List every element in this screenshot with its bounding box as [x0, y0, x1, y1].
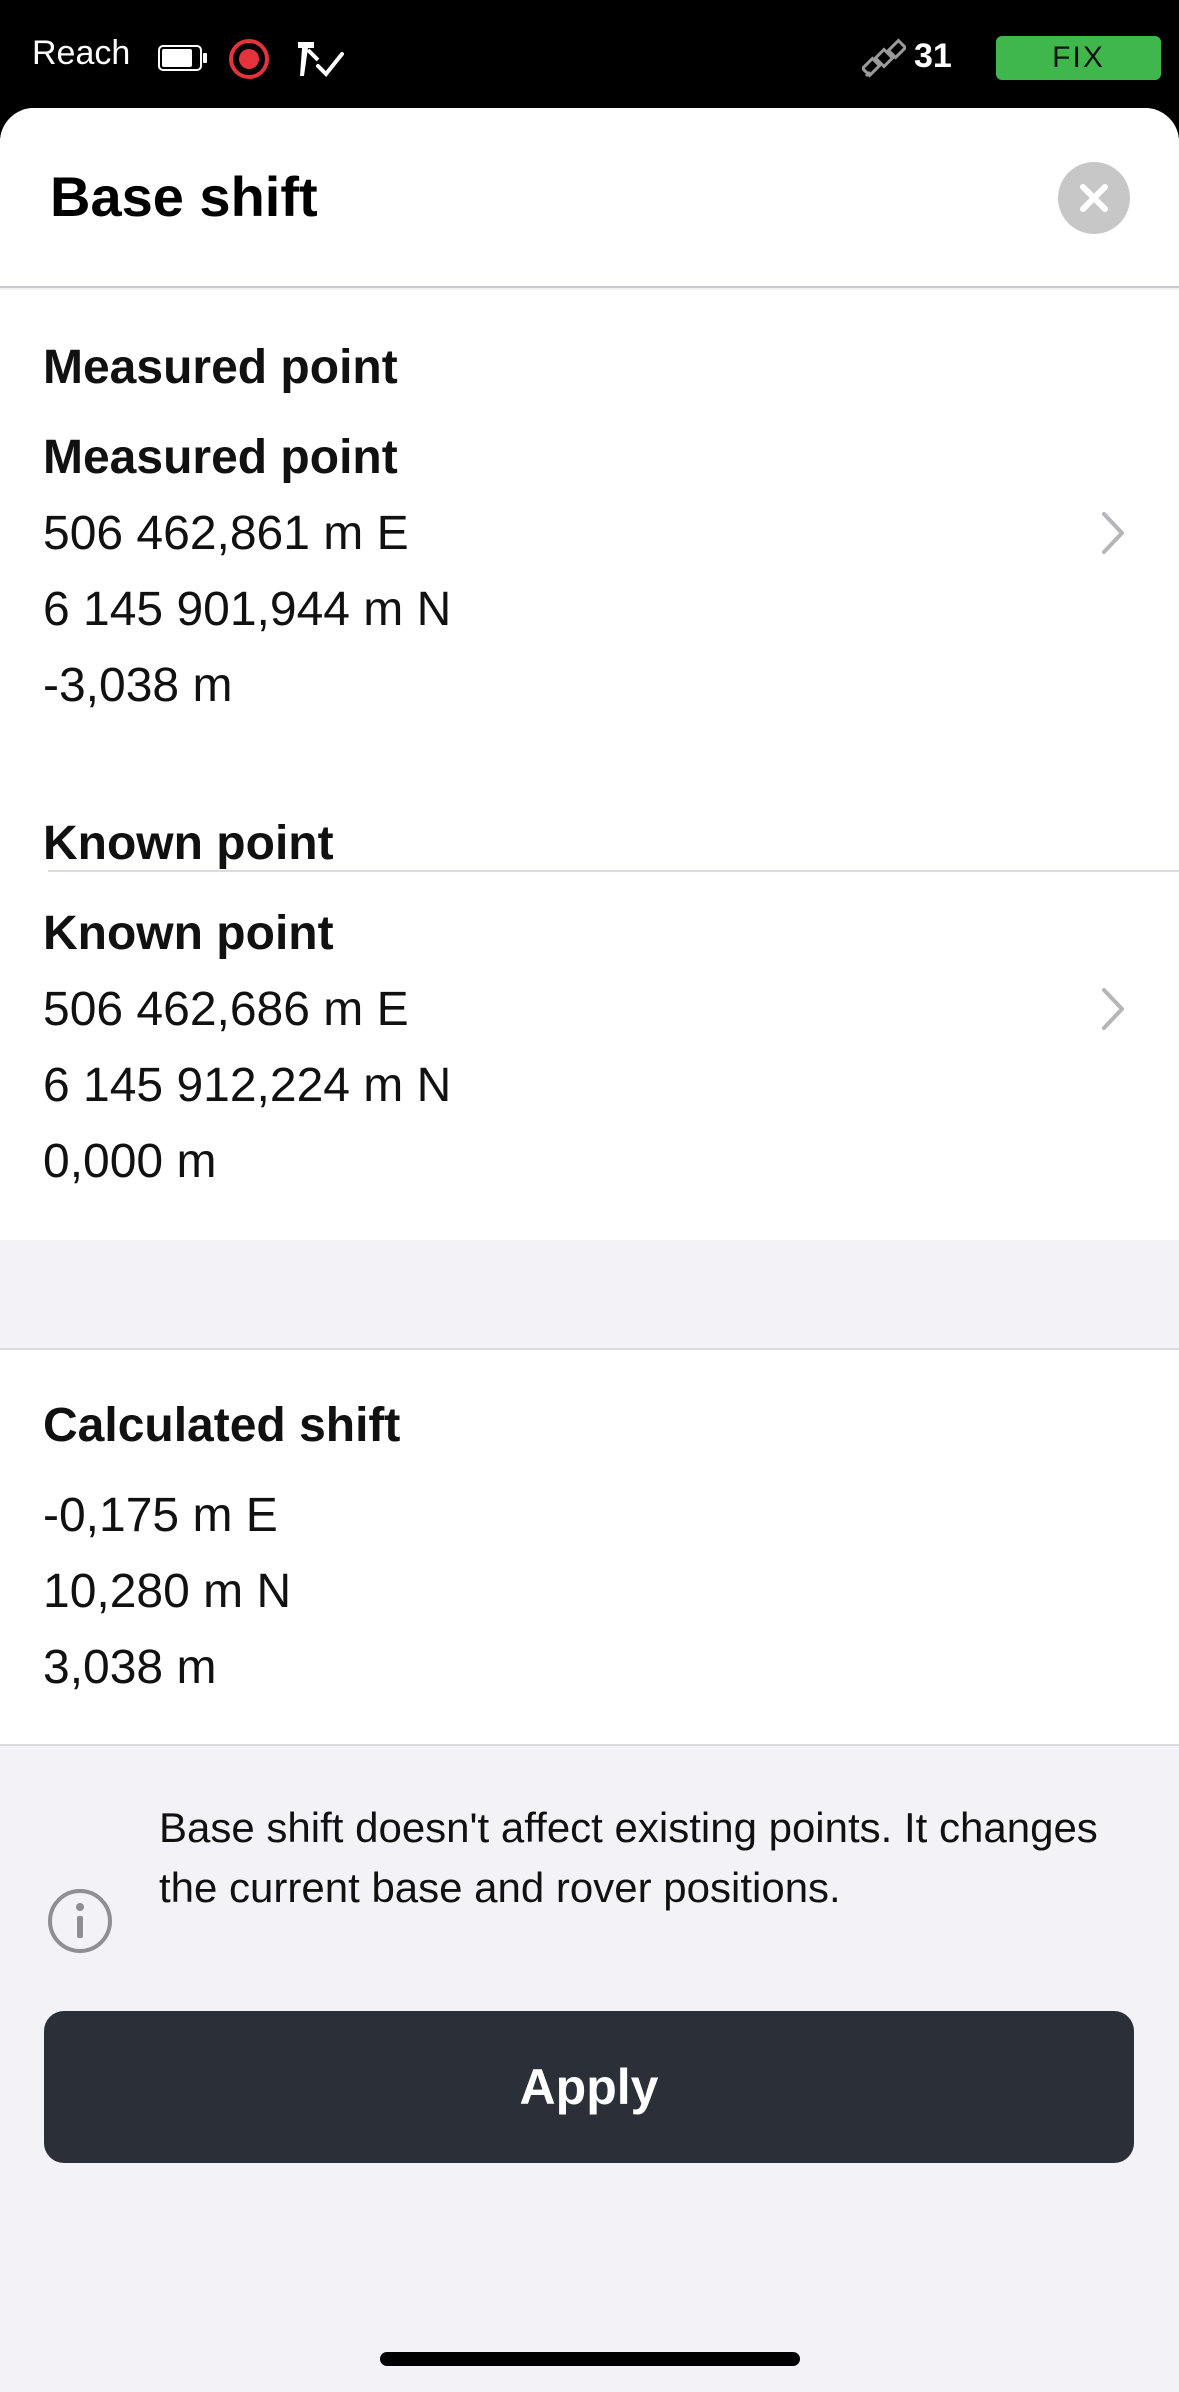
- record-icon: [229, 39, 269, 79]
- sheet-header: Base shift: [0, 108, 1179, 288]
- measured-point-northing: 6 145 901,944 m N: [43, 583, 452, 636]
- fix-status-badge: FIX: [996, 36, 1161, 80]
- battery-icon: [158, 45, 207, 71]
- calculated-shift-heading: Calculated shift: [43, 1399, 401, 1452]
- measured-point-title: Measured point: [43, 431, 398, 484]
- shift-easting: -0,175 m E: [43, 1489, 278, 1542]
- measured-point-height: -3,038 m: [43, 659, 233, 712]
- shift-height: 3,038 m: [43, 1641, 217, 1694]
- close-button[interactable]: [1058, 162, 1130, 234]
- tools-check-icon: [298, 42, 344, 77]
- shift-northing: 10,280 m N: [43, 1565, 292, 1618]
- measured-point-easting: 506 462,861 m E: [43, 507, 409, 560]
- chevron-right-icon: [1102, 512, 1124, 554]
- base-shift-sheet: Base shift Measured point Measured point…: [0, 108, 1179, 2392]
- known-point-title: Known point: [43, 907, 334, 960]
- info-icon: [48, 1889, 112, 1953]
- satellite-count: 31: [914, 37, 952, 75]
- known-point-row[interactable]: Known point Known point 506 462,686 m E …: [0, 766, 1179, 1240]
- page-title: Base shift: [50, 165, 318, 228]
- known-point-northing: 6 145 912,224 m N: [43, 1059, 452, 1112]
- measured-point-heading: Measured point: [43, 341, 398, 394]
- info-text: Base shift doesn't affect existing point…: [159, 1804, 1098, 1911]
- known-point-height: 0,000 m: [43, 1135, 217, 1188]
- measured-point-row[interactable]: Measured point Measured point 506 462,86…: [0, 290, 1179, 764]
- app-name: Reach: [32, 34, 131, 72]
- apply-button[interactable]: Apply: [44, 2011, 1134, 2163]
- known-point-heading: Known point: [43, 817, 334, 870]
- close-icon: [1080, 184, 1108, 212]
- chevron-right-icon: [1102, 988, 1124, 1030]
- status-bar: Reach 31 FIX: [0, 0, 1179, 110]
- satellite-icon: [862, 38, 906, 78]
- home-indicator: [380, 2352, 800, 2366]
- known-point-easting: 506 462,686 m E: [43, 983, 409, 1036]
- calculated-shift-section: Calculated shift -0,175 m E 10,280 m N 3…: [0, 1348, 1179, 1746]
- points-section: Measured point Measured point 506 462,86…: [0, 290, 1179, 1240]
